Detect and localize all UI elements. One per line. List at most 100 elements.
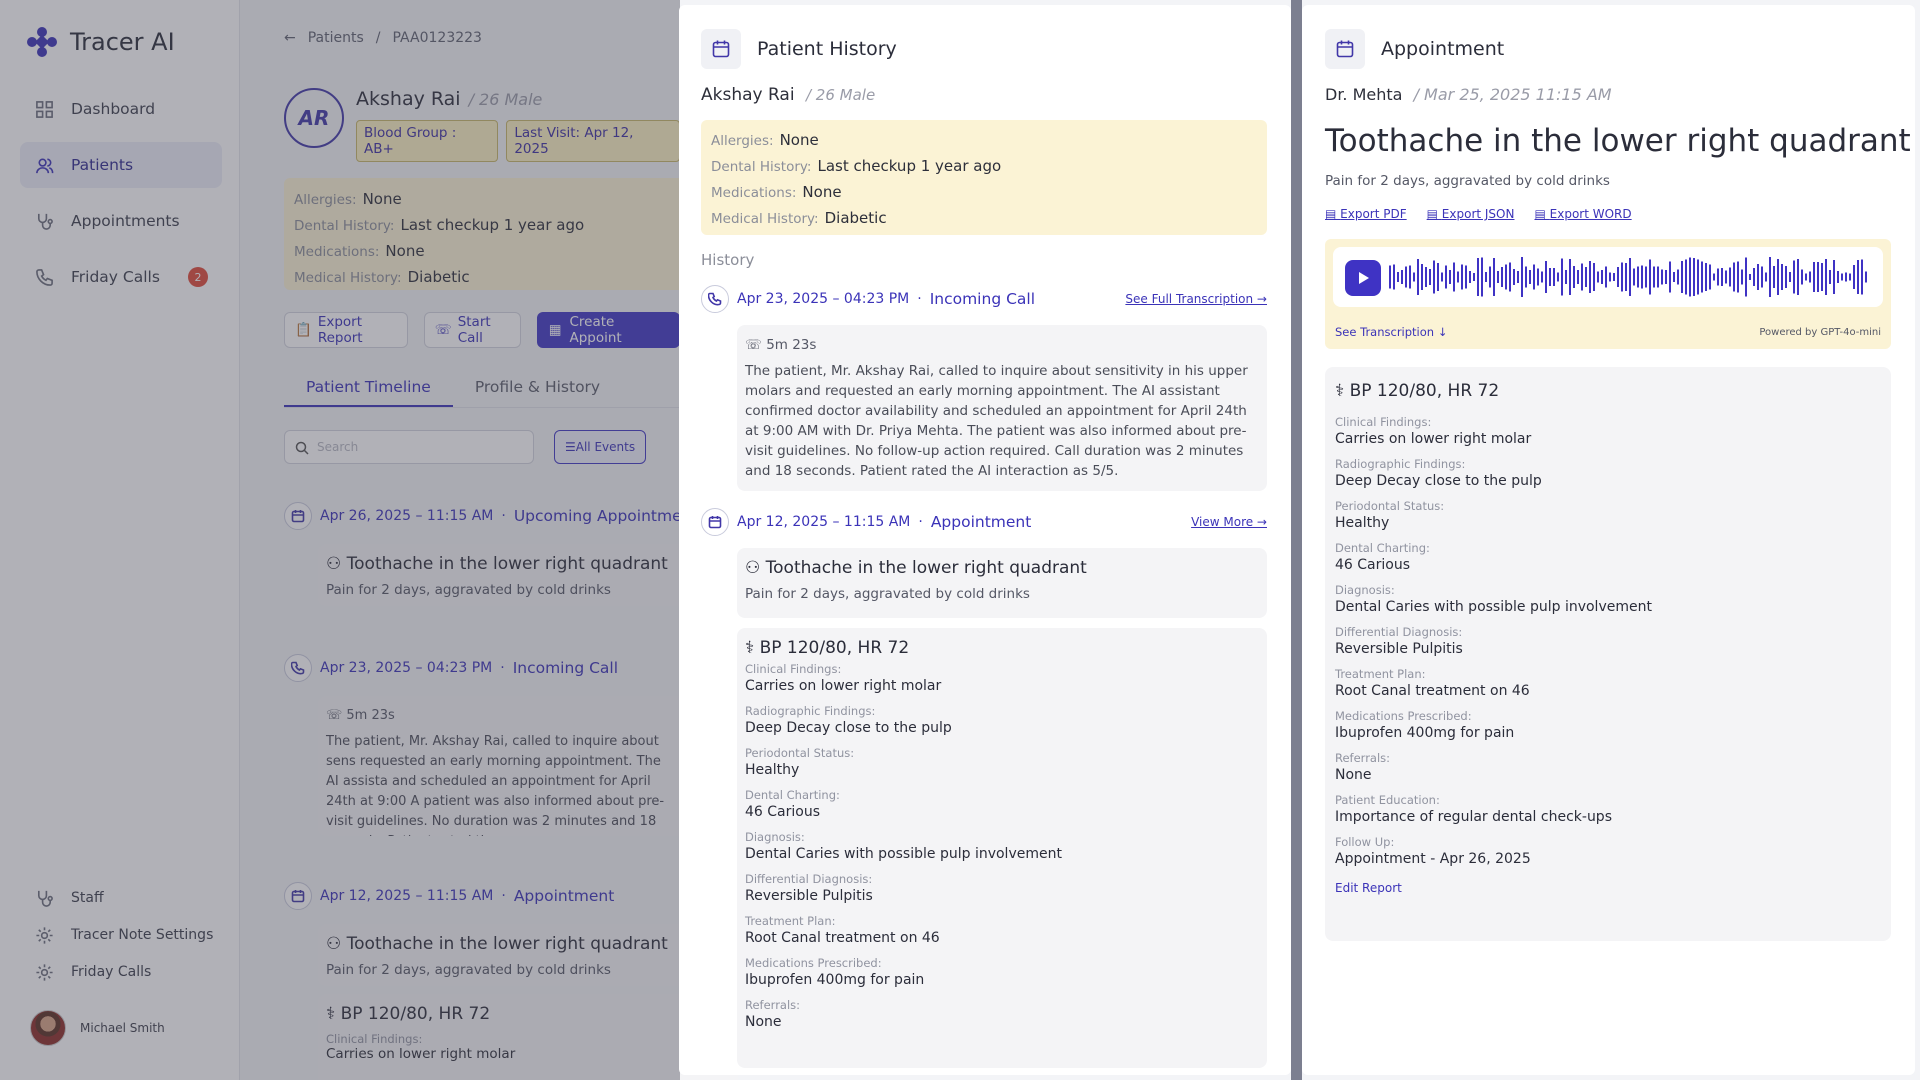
waveform-bar — [1637, 266, 1639, 288]
alert-row: Medications: None — [711, 180, 1257, 206]
waveform-bar — [1565, 270, 1567, 284]
appointment-card[interactable]: ⚇ Toothache in the lower right quadrant … — [737, 548, 1267, 618]
waveform-bar — [1737, 261, 1739, 293]
play-icon — [1359, 272, 1369, 284]
waveform-bar — [1605, 266, 1607, 288]
waveform-bar — [1785, 266, 1787, 288]
waveform-bar — [1705, 263, 1707, 291]
waveform-bar — [1413, 272, 1415, 282]
field-label: Medications Prescribed: — [745, 956, 882, 970]
waveform-bar — [1697, 259, 1699, 295]
waveform[interactable] — [1389, 255, 1871, 299]
waveform-bar — [1553, 268, 1555, 286]
waveform-bar — [1389, 265, 1391, 289]
appointment-panel: Appointment Dr. Mehta / Mar 25, 2025 11:… — [1302, 5, 1915, 1075]
user-icon: ⚇ — [745, 558, 766, 578]
waveform-bar — [1749, 274, 1751, 280]
waveform-bar — [1405, 266, 1407, 288]
see-transcription-link[interactable]: See Transcription ↓ — [1335, 325, 1447, 339]
waveform-bar — [1409, 265, 1411, 289]
waveform-bar — [1481, 257, 1483, 297]
waveform-bar — [1865, 271, 1867, 283]
waveform-bar — [1653, 266, 1655, 288]
waveform-bar — [1489, 266, 1491, 288]
waveform-bar — [1521, 257, 1523, 297]
field-value: Dental Caries with possible pulp involve… — [745, 846, 1062, 862]
play-button[interactable] — [1345, 260, 1381, 296]
alert-key: Medical History: — [711, 211, 819, 227]
vitals: BP 120/80, HR 72 — [759, 638, 910, 658]
card-title: Toothache in the lower right quadrant — [765, 558, 1087, 578]
waveform-bar — [1825, 259, 1827, 295]
waveform-bar — [1501, 267, 1503, 287]
report-field: Dental Charting: 46 Carious — [745, 788, 1259, 820]
waveform-bar — [1397, 272, 1399, 282]
stethoscope-icon: ⚕ — [1335, 381, 1350, 401]
waveform-bar — [1589, 261, 1591, 293]
export-pdf-link[interactable]: ▤ Export PDF — [1325, 207, 1407, 221]
dot-separator: · — [917, 291, 922, 307]
waveform-bar — [1593, 263, 1595, 291]
waveform-bar — [1629, 258, 1631, 296]
report-field: Differential Diagnosis: Reversible Pulpit… — [1335, 625, 1881, 657]
panel-header: Patient History — [701, 29, 897, 69]
alert-value: Diabetic — [824, 209, 887, 227]
alert-key: Dental History: — [711, 159, 812, 175]
call-card[interactable]: ☏ 5m 23s The patient, Mr. Akshay Rai, ca… — [737, 325, 1267, 491]
panel-title: Appointment — [1381, 38, 1505, 60]
waveform-bar — [1685, 259, 1687, 295]
waveform-bar — [1617, 267, 1619, 287]
modal-backdrop[interactable] — [0, 0, 680, 1080]
view-more-link[interactable]: View More → — [1191, 515, 1267, 529]
call-summary: The patient, Mr. Akshay Rai, called to i… — [745, 363, 1248, 479]
report-field: Treatment Plan: Root Canal treatment on 4… — [1335, 667, 1881, 699]
see-full-transcription-link[interactable]: See Full Transcription → — [1125, 292, 1267, 306]
waveform-bar — [1457, 271, 1459, 283]
report-field: Radiographic Findings: Deep Decay close t… — [745, 704, 1259, 736]
field-label: Dental Charting: — [745, 788, 840, 802]
powered-by-label: Powered by GPT-4o-mini — [1759, 327, 1881, 338]
waveform-bar — [1829, 270, 1831, 284]
appointment-heading: Toothache in the lower right quadrant — [1325, 123, 1911, 159]
export-json-link[interactable]: ▤ Export JSON — [1427, 207, 1515, 221]
appointment-datetime: / Mar 25, 2025 11:15 AM — [1413, 85, 1612, 104]
history-call-item: Apr 23, 2025 – 04:23 PM · Incoming Call … — [701, 285, 1267, 491]
report-field: Diagnosis: Dental Caries with possible pu… — [745, 830, 1259, 862]
report-field: Radiographic Findings: Deep Decay close t… — [1335, 457, 1881, 489]
panel-header: Appointment — [1325, 29, 1504, 69]
field-value: Root Canal treatment on 46 — [745, 930, 940, 946]
waveform-bar — [1517, 271, 1519, 283]
alert-value: None — [779, 131, 819, 149]
waveform-bar — [1833, 260, 1835, 294]
waveform-bar — [1817, 262, 1819, 292]
audio-player — [1333, 247, 1883, 307]
export-word-link[interactable]: ▤ Export WORD — [1534, 207, 1631, 221]
waveform-bar — [1725, 270, 1727, 284]
field-label: Differential Diagnosis: — [1335, 625, 1463, 639]
waveform-bar — [1421, 264, 1423, 290]
field-value: Carries on lower right molar — [745, 678, 942, 694]
waveform-bar — [1757, 264, 1759, 290]
waveform-bar — [1821, 263, 1823, 291]
alert-value: Last checkup 1 year ago — [817, 157, 1002, 175]
panel-title: Patient History — [757, 38, 897, 60]
field-label: Radiographic Findings: — [745, 704, 876, 718]
waveform-bar — [1729, 267, 1731, 287]
report-field: Follow Up: Appointment - Apr 26, 2025 — [1335, 835, 1881, 867]
waveform-bar — [1473, 273, 1475, 281]
waveform-bar — [1505, 264, 1507, 290]
timeline-type: Appointment — [930, 513, 1032, 531]
timeline-type: Incoming Call — [929, 290, 1036, 308]
waveform-bar — [1441, 272, 1443, 282]
field-value: None — [745, 1014, 782, 1030]
alert-row: Medical History: Diabetic — [711, 206, 1257, 232]
vitals: BP 120/80, HR 72 — [1349, 381, 1500, 401]
waveform-bar — [1857, 260, 1859, 294]
edit-report-link[interactable]: Edit Report — [1335, 881, 1881, 895]
waveform-bar — [1549, 268, 1551, 286]
panel-divider — [1291, 0, 1302, 1080]
waveform-bar — [1609, 272, 1611, 282]
waveform-bar — [1753, 268, 1755, 286]
waveform-bar — [1509, 262, 1511, 292]
waveform-bar — [1433, 260, 1435, 294]
